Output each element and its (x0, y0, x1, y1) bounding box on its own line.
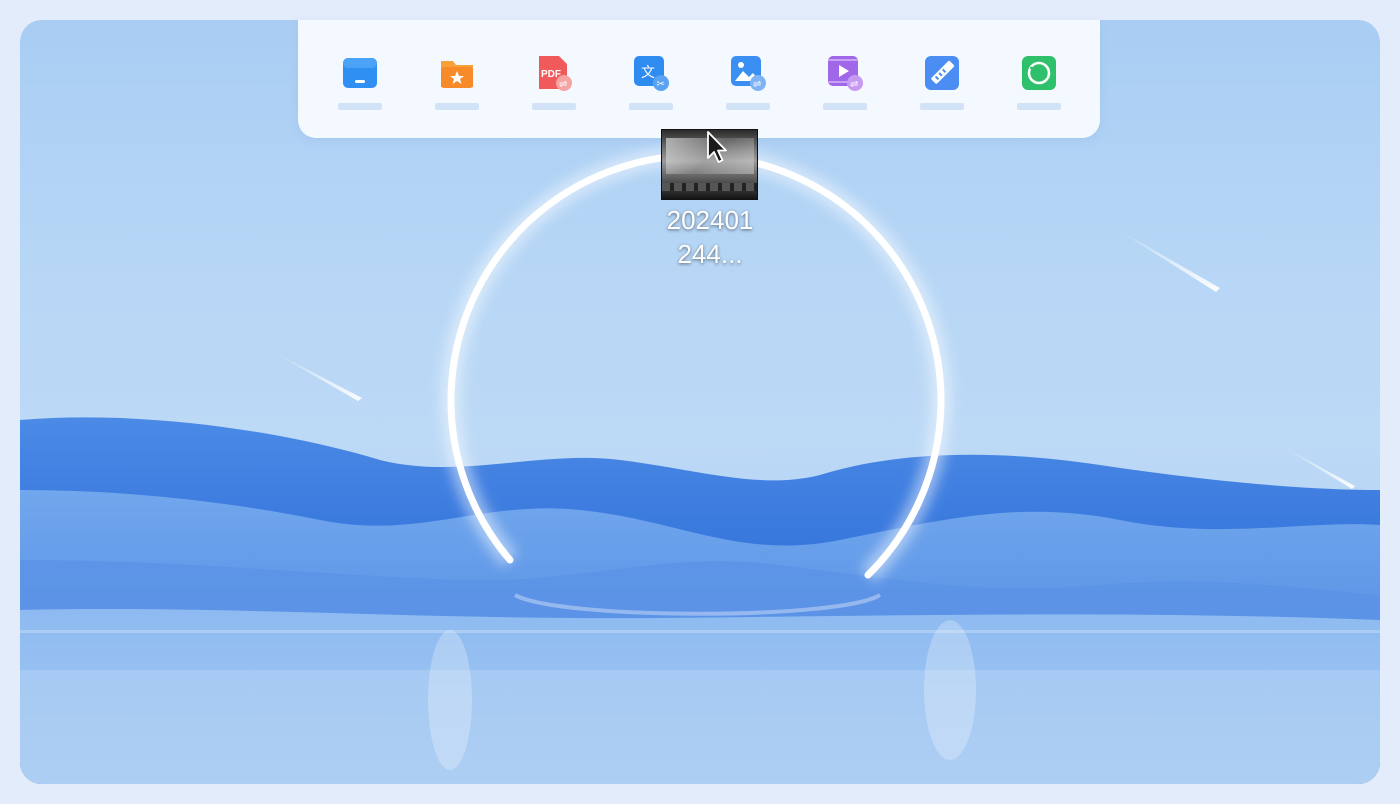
edit-ruler-icon (925, 56, 959, 90)
toolbar-item-label (532, 103, 576, 110)
file-name-line-2: 244... (677, 239, 743, 269)
svg-text:⇌: ⇌ (753, 79, 761, 90)
record-circle-icon (1022, 56, 1056, 90)
thumbnail-text-strip (662, 183, 757, 191)
toolbar-item-label (920, 103, 964, 110)
toolbar-item-video-convert[interactable]: ⇌ (815, 20, 875, 130)
toolbar-item-label (726, 103, 770, 110)
toolbar-item-image-convert[interactable]: ⇌ (718, 20, 778, 130)
toolbar-item-favorites[interactable] (427, 20, 487, 130)
svg-text:⇌: ⇌ (559, 79, 567, 90)
video-convert-icon: ⇌ (828, 56, 863, 91)
star-folder-icon (441, 61, 473, 88)
toolbar-item-label (338, 103, 382, 110)
toolbar-item-record[interactable] (1009, 20, 1069, 130)
toolbar-item-translate[interactable]: 文 ✂ (621, 20, 681, 130)
toolbar-item-desktop[interactable] (330, 20, 390, 130)
file-name-line-1: 202401 (666, 205, 754, 235)
desktop-icon (343, 58, 377, 88)
desktop-frame: PDF ⇌ 文 ✂ ⇌ ⇌ 202401 244... (0, 0, 1400, 804)
pdf-convert-icon: PDF ⇌ (539, 56, 572, 91)
toolbar-item-label (823, 103, 867, 110)
toolbar-item-edit[interactable] (912, 20, 972, 130)
toolbar-item-label (629, 103, 673, 110)
toolbar-item-pdf-convert[interactable]: PDF ⇌ (524, 20, 584, 130)
toolbar-item-label (435, 103, 479, 110)
mouse-pointer-icon (707, 131, 727, 163)
image-convert-icon: ⇌ (731, 56, 766, 91)
file-name-label: 202401 244... (650, 203, 770, 271)
svg-text:✂: ✂ (657, 79, 665, 90)
toolbar-item-label (1017, 103, 1061, 110)
translate-icon: 文 ✂ (634, 56, 669, 91)
svg-text:文: 文 (641, 65, 655, 81)
svg-text:⇌: ⇌ (850, 79, 858, 90)
top-toolbar: PDF ⇌ 文 ✂ ⇌ ⇌ (298, 20, 1100, 138)
